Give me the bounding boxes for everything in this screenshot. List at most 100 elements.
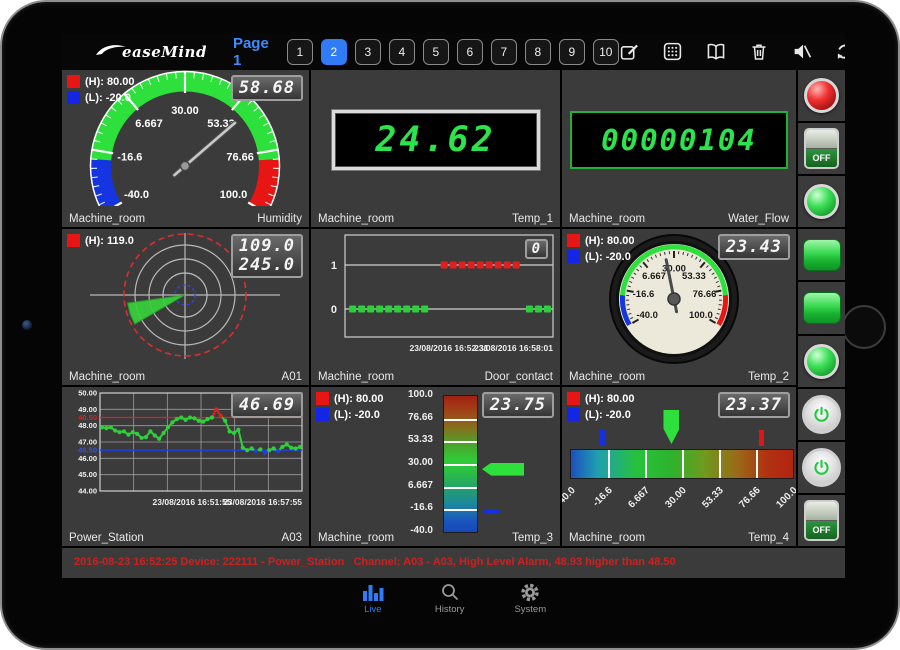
tab-system[interactable]: System — [514, 583, 546, 615]
page-button-6[interactable]: 6 — [457, 39, 483, 65]
off-switch-icon: OFF — [804, 128, 839, 169]
digital-value: 23.37 — [718, 392, 790, 418]
scale-label: -40.0 — [562, 485, 578, 509]
digital-value: 58.68 — [231, 75, 303, 101]
dashboard-grid: (H): 80.00 (L): -20.0 58.68 -40.0-16.66.… — [62, 70, 845, 546]
svg-text:-16.6: -16.6 — [633, 289, 655, 300]
address-book-button[interactable] — [705, 41, 727, 63]
panel-temp3[interactable]: (H): 80.00 (L): -20.0 23.75 100.076.6653… — [311, 387, 560, 546]
low-limit-swatch — [567, 250, 580, 263]
tab-history[interactable]: History — [435, 583, 465, 615]
page-button-10[interactable]: 10 — [593, 39, 619, 65]
status-lamp-1[interactable] — [798, 176, 845, 227]
refresh-button[interactable] — [834, 41, 845, 63]
device-label: Machine_room — [569, 213, 645, 225]
page-button-4[interactable]: 4 — [389, 39, 415, 65]
device-label: Machine_room — [569, 371, 645, 383]
high-limit-label: (H): 80.00 — [85, 76, 135, 88]
alarm-lamp[interactable] — [798, 70, 845, 121]
camera-dot — [22, 320, 32, 330]
edit-icon — [619, 41, 640, 62]
digital-value-stack: 109.0 245.0 — [231, 234, 303, 278]
panel-temp2[interactable]: (H): 80.00 (L): -20.0 23.43 -40.0-16.66.… — [562, 229, 796, 385]
page-button-1[interactable]: 1 — [287, 39, 313, 65]
low-limit-label: (L): -20.0 — [585, 409, 631, 421]
tab-live[interactable]: Live — [361, 583, 385, 615]
svg-text:-40.0: -40.0 — [124, 189, 149, 201]
svg-text:-40.0: -40.0 — [636, 310, 658, 321]
page-button-9[interactable]: 9 — [559, 39, 585, 65]
home-button[interactable] — [842, 305, 886, 349]
channel-label: Temp_3 — [512, 532, 553, 544]
scale-label: 53.33 — [408, 434, 433, 445]
red-indicator-icon — [804, 78, 839, 113]
panel-temp1[interactable]: 24.62 Machine_roomTemp_1 — [311, 70, 560, 227]
a01-legend: (H): 119.0 — [67, 234, 134, 250]
device-label: Machine_room — [69, 371, 145, 383]
control-column: OFF OFF — [798, 70, 845, 546]
panel-water-flow[interactable]: 00000104 Machine_roomWater_Flow — [562, 70, 796, 227]
svg-text:45.00: 45.00 — [78, 470, 97, 479]
status-led-1[interactable] — [798, 229, 845, 280]
delete-button[interactable] — [748, 41, 770, 63]
edit-button[interactable] — [619, 41, 641, 63]
alarm-message[interactable]: 2016-08-23 16:52:25 Device: 222111 - Pow… — [62, 546, 845, 578]
page-button-7[interactable]: 7 — [491, 39, 517, 65]
status-lamp-2[interactable] — [798, 336, 845, 387]
page-button-3[interactable]: 3 — [355, 39, 381, 65]
low-limit-marker — [600, 430, 605, 446]
status-led-2[interactable] — [798, 282, 845, 333]
digital-value: 46.69 — [231, 392, 303, 418]
off-switch-label: OFF — [806, 149, 837, 167]
svg-text:44.00: 44.00 — [78, 487, 97, 496]
tablet-device: easeMind Page 1 12345678910 — [0, 0, 900, 650]
power-button-1[interactable] — [798, 389, 845, 440]
scale-label: -16.6 — [410, 502, 433, 513]
device-label: Machine_room — [69, 213, 145, 225]
high-limit-swatch — [567, 234, 580, 247]
panel-humidity[interactable]: (H): 80.00 (L): -20.0 58.68 -40.0-16.66.… — [62, 70, 309, 227]
panel-temp4[interactable]: (H): 80.00 (L): -20.0 23.37 -40.0-16.66.… — [562, 387, 796, 546]
page-button-8[interactable]: 8 — [525, 39, 551, 65]
channel-label: Temp_4 — [748, 532, 789, 544]
panel-a01[interactable]: (H): 119.0 109.0 245.0 Machine_roomA01 — [62, 229, 309, 385]
app-screen: easeMind Page 1 12345678910 — [62, 33, 845, 619]
scale-label: 76.66 — [737, 485, 762, 510]
high-limit-label: (H): 119.0 — [85, 235, 134, 247]
low-limit-swatch — [567, 408, 580, 421]
toolbar: easeMind Page 1 12345678910 — [62, 33, 845, 70]
power-button-2[interactable] — [798, 442, 845, 493]
mute-button[interactable] — [791, 41, 813, 63]
scale-label: 76.66 — [408, 412, 433, 423]
scale-label: 30.00 — [408, 457, 433, 468]
green-indicator-icon — [804, 184, 839, 219]
power-switch-2[interactable]: OFF — [798, 495, 845, 546]
channel-label: A03 — [282, 532, 302, 544]
high-limit-label: (H): 80.00 — [585, 235, 635, 247]
temp3-scale-labels: 100.076.6653.3330.006.667-16.6-40.0 — [377, 395, 433, 531]
keypad-button[interactable] — [662, 41, 684, 63]
toolbar-actions — [619, 41, 845, 63]
gear-icon — [519, 583, 541, 603]
panel-door-contact[interactable]: 0 1023/08/2016 16:52:3123/08/2016 16:58:… — [311, 229, 560, 385]
channel-label: Door_contact — [485, 371, 553, 383]
panel-a03[interactable]: 46.69 50.0049.0048.5048.0047.0046.5046.0… — [62, 387, 309, 546]
svg-text:76.66: 76.66 — [226, 151, 254, 163]
high-limit-swatch — [567, 392, 580, 405]
device-label: Machine_room — [569, 532, 645, 544]
svg-text:48.00: 48.00 — [78, 421, 97, 430]
search-icon — [439, 583, 461, 603]
scale-label: 100.0 — [408, 389, 433, 400]
page-button-2[interactable]: 2 — [321, 39, 347, 65]
power-switch-1[interactable]: OFF — [798, 123, 845, 174]
high-limit-label: (H): 80.00 — [334, 393, 384, 405]
logo-text: easeMind — [122, 43, 207, 61]
value-pointer-icon — [482, 463, 524, 476]
svg-text:23/08/2016 16:58:01: 23/08/2016 16:58:01 — [474, 343, 553, 353]
counter-display: 00000104 — [570, 111, 788, 169]
temp3-legend: (H): 80.00 (L): -20.0 — [316, 392, 384, 424]
svg-text:1: 1 — [331, 260, 337, 272]
tab-history-label: History — [435, 604, 465, 615]
page-button-5[interactable]: 5 — [423, 39, 449, 65]
off-switch-icon: OFF — [804, 500, 839, 541]
